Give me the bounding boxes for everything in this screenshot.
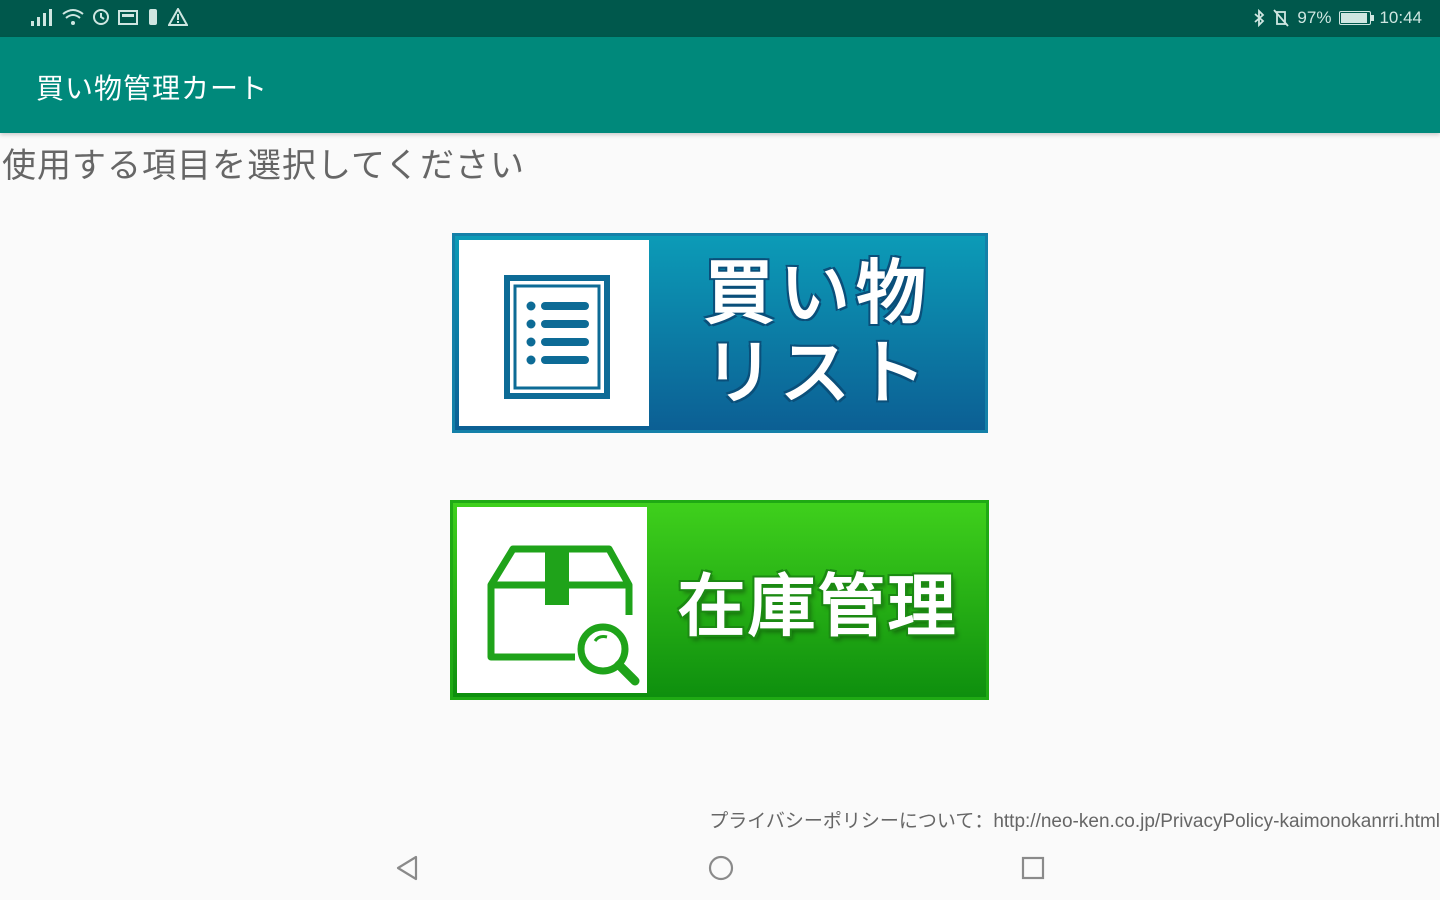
inventory-icon-box <box>457 507 647 693</box>
app-title: 買い物管理カート <box>36 72 269 105</box>
battery-icon <box>1339 11 1375 25</box>
bluetooth-icon <box>1254 9 1265 27</box>
home-icon[interactable] <box>707 854 735 882</box>
battery-percent: 97% <box>1297 8 1332 27</box>
app-bar: 買い物管理カート <box>0 37 1440 133</box>
box-search-icon <box>487 545 640 686</box>
signal-icon <box>31 9 52 26</box>
privacy-policy-link[interactable]: プライバシーポリシーについて：http://neo-ken.co.jp/Priv… <box>709 806 1440 833</box>
shopping-list-button[interactable]: 買い物 リスト <box>452 233 988 433</box>
list-document-icon <box>504 275 610 399</box>
shopping-list-icon-box <box>459 240 649 426</box>
alarm-icon <box>93 9 109 25</box>
inventory-label: 在庫管理 <box>677 567 958 647</box>
selection-prompt: 使用する項目を選択してください <box>2 146 525 186</box>
shopping-list-label-line1: 買い物 <box>704 252 932 334</box>
back-icon[interactable] <box>394 854 420 882</box>
navigation-bar <box>0 838 1440 900</box>
status-right: 97% 10:44 <box>1253 8 1422 28</box>
inventory-button[interactable]: 在庫管理 <box>450 500 989 700</box>
wifi-icon <box>62 9 84 25</box>
card-icon <box>118 10 138 25</box>
vibrate-off-icon <box>1273 9 1290 27</box>
shopping-list-label-line2: リスト <box>704 332 932 414</box>
recents-icon[interactable] <box>1020 854 1046 882</box>
status-left <box>30 8 188 26</box>
warning-icon <box>168 8 188 26</box>
usb-icon <box>149 9 157 25</box>
shopping-list-label: 買い物 リスト <box>651 236 985 430</box>
status-bar: 97% 10:44 <box>0 0 1440 37</box>
clock: 10:44 <box>1379 8 1422 27</box>
